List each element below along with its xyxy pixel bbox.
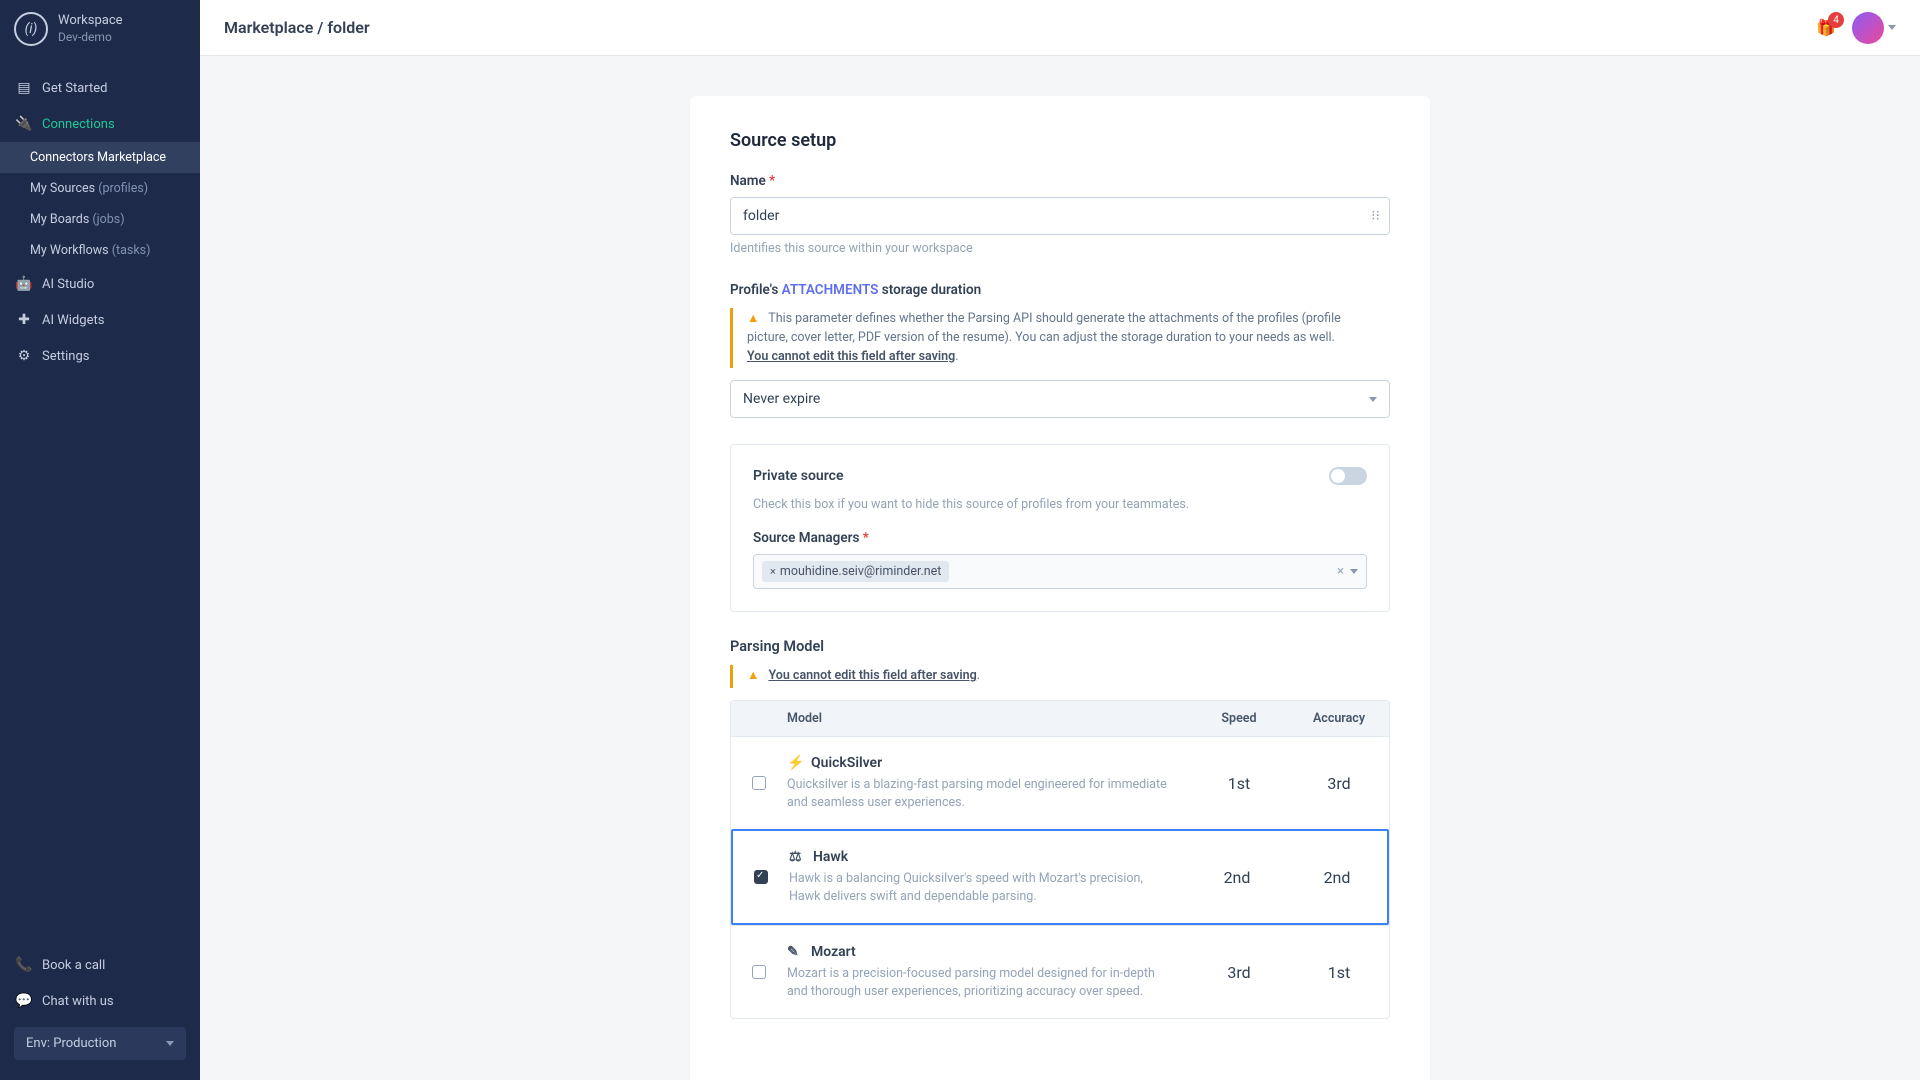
sidebar-item-connections[interactable]: 🔌 Connections	[0, 106, 200, 142]
sidebar-book-call[interactable]: 📞 Book a call	[0, 947, 200, 983]
remove-tag-icon[interactable]: ×	[770, 565, 776, 578]
workspace-label: Workspace	[58, 13, 123, 30]
header-accuracy: Accuracy	[1289, 711, 1389, 726]
accuracy-rank: 1st	[1289, 963, 1389, 982]
chevron-down-icon	[1888, 25, 1896, 30]
page-title: Source setup	[730, 130, 1390, 151]
sidebar-item-settings[interactable]: ⚙ Settings	[0, 338, 200, 374]
managers-label: Source Managers *	[753, 530, 1367, 546]
plug-icon: 🔌	[16, 116, 32, 132]
private-toggle[interactable]	[1329, 467, 1367, 485]
header-model: Model	[787, 711, 1189, 726]
private-hint: Check this box if you want to hide this …	[753, 497, 1367, 512]
parsing-warning: ▲ You cannot edit this field after savin…	[730, 665, 1390, 688]
chevron-down-icon[interactable]	[1350, 569, 1358, 574]
chevron-down-icon	[1369, 397, 1377, 402]
sidebar-item-label: Connections	[42, 117, 115, 132]
sidebar-item-label: Chat with us	[42, 994, 114, 1009]
avatar	[1852, 12, 1884, 44]
wand-icon: ✎	[787, 944, 803, 960]
checkbox[interactable]	[752, 965, 766, 979]
sidebar-item-label: Settings	[42, 349, 89, 364]
sidebar-chat[interactable]: 💬 Chat with us	[0, 983, 200, 1019]
models-table: Model Speed Accuracy ⚡QuickSilver Quicks…	[730, 700, 1390, 1019]
accuracy-rank: 3rd	[1289, 774, 1389, 793]
subnav-my-boards[interactable]: My Boards (jobs)	[0, 204, 200, 235]
robot-icon: 🤖	[16, 276, 32, 292]
attachments-warning: ▲ This parameter defines whether the Par…	[730, 308, 1390, 368]
checkbox[interactable]	[752, 776, 766, 790]
attachments-label: Profile's ATTACHMENTS storage duration	[730, 282, 1390, 298]
name-hint: Identifies this source within your works…	[730, 241, 1390, 256]
sidebar-item-label: AI Widgets	[42, 313, 104, 328]
lightning-icon: ⚡	[787, 755, 803, 771]
breadcrumb: Marketplace / folder	[224, 18, 370, 37]
sidebar-item-label: Book a call	[42, 958, 105, 973]
gear-icon: ⚙	[16, 348, 32, 364]
sidebar-item-ai-widgets[interactable]: ✚ AI Widgets	[0, 302, 200, 338]
subnav-my-workflows[interactable]: My Workflows (tasks)	[0, 235, 200, 266]
managers-input[interactable]: × mouhidine.seiv@riminder.net ×	[753, 554, 1367, 589]
chevron-down-icon	[166, 1041, 174, 1046]
book-icon: ▤	[16, 80, 32, 96]
model-row-quicksilver[interactable]: ⚡QuickSilver Quicksilver is a blazing-fa…	[731, 736, 1389, 829]
workspace-name: Dev-demo	[58, 30, 123, 46]
checkbox[interactable]	[754, 870, 768, 884]
chat-icon: 💬	[16, 993, 32, 1009]
sidebar-item-label: Get Started	[42, 81, 107, 96]
accuracy-rank: 2nd	[1287, 868, 1387, 887]
model-row-hawk[interactable]: ⚖Hawk Hawk is a balancing Quicksilver's …	[731, 829, 1389, 925]
notification-badge: 4	[1828, 12, 1844, 28]
clear-icon[interactable]: ×	[1337, 564, 1344, 579]
speed-rank: 2nd	[1187, 868, 1287, 887]
balance-icon: ⚖	[789, 849, 805, 865]
manager-tag: × mouhidine.seiv@riminder.net	[762, 561, 949, 582]
expire-value: Never expire	[743, 391, 820, 407]
private-source-title: Private source	[753, 468, 843, 484]
phone-icon: 📞	[16, 957, 32, 973]
speed-rank: 3rd	[1189, 963, 1289, 982]
source-setup-card: Source setup Name * ⁝⁝ Identifies this s…	[690, 96, 1430, 1080]
main-content: Source setup Name * ⁝⁝ Identifies this s…	[200, 56, 1920, 1080]
gift-button[interactable]: 🎁 4	[1816, 18, 1836, 37]
subnav-connectors-marketplace[interactable]: Connectors Marketplace	[0, 142, 200, 173]
name-label: Name *	[730, 173, 1390, 189]
speed-rank: 1st	[1189, 774, 1289, 793]
warning-icon: ▲	[747, 311, 759, 326]
logo-icon: (i)	[14, 12, 48, 46]
parsing-model-title: Parsing Model	[730, 638, 1390, 655]
subnav-my-sources[interactable]: My Sources (profiles)	[0, 173, 200, 204]
sidebar-item-get-started[interactable]: ▤ Get Started	[0, 70, 200, 106]
workspace-header[interactable]: (i) Workspace Dev-demo	[0, 0, 200, 58]
name-input[interactable]	[730, 197, 1390, 235]
topbar: Marketplace / folder 🎁 4	[200, 0, 1920, 56]
lastpass-icon[interactable]: ⁝⁝	[1371, 208, 1380, 224]
sidebar-item-ai-studio[interactable]: 🤖 AI Studio	[0, 266, 200, 302]
env-selector[interactable]: Env: Production	[14, 1027, 186, 1060]
warning-icon: ▲	[747, 668, 759, 683]
private-source-panel: Private source Check this box if you wan…	[730, 444, 1390, 612]
model-row-mozart[interactable]: ✎Mozart Mozart is a precision-focused pa…	[731, 925, 1389, 1018]
user-menu[interactable]	[1852, 12, 1896, 44]
sidebar: (i) Workspace Dev-demo ▤ Get Started 🔌 C…	[0, 0, 200, 1080]
puzzle-icon: ✚	[16, 312, 32, 328]
header-speed: Speed	[1189, 711, 1289, 726]
sidebar-item-label: AI Studio	[42, 277, 94, 292]
env-label: Env: Production	[26, 1036, 116, 1051]
expire-select[interactable]: Never expire	[730, 380, 1390, 418]
